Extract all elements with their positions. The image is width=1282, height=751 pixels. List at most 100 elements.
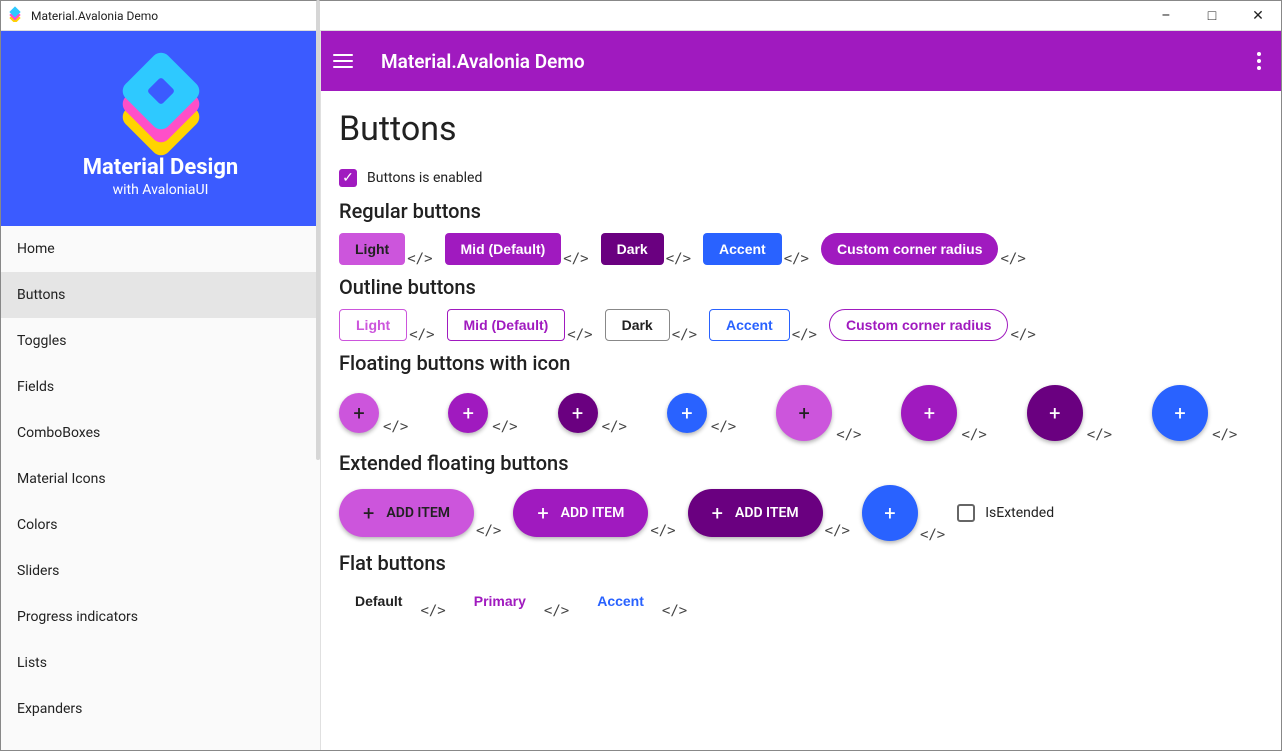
app-window: Material.Avalonia Demo – □ ✕ Material De… [0, 0, 1282, 751]
button-dark[interactable]: Dark [601, 233, 664, 265]
flat-button-default[interactable]: Default [339, 585, 418, 617]
fab-light[interactable]: + [339, 393, 379, 433]
code-icon[interactable]: </> [961, 427, 986, 443]
code-icon[interactable]: </> [407, 251, 432, 267]
section-floating: Floating buttons with icon [339, 351, 1263, 375]
plus-icon: + [799, 403, 810, 423]
sidebar: Material Design with AvaloniaUI HomeButt… [1, 31, 321, 750]
code-icon[interactable]: </> [563, 251, 588, 267]
code-icon[interactable]: </> [650, 523, 675, 539]
section-outline: Outline buttons [339, 275, 1263, 299]
code-icon[interactable]: </> [1212, 427, 1237, 443]
ext-fab-mid[interactable]: +ADD ITEM [513, 489, 648, 537]
fab-mid[interactable]: + [448, 393, 488, 433]
code-icon[interactable]: </> [920, 527, 945, 543]
code-icon[interactable]: </> [784, 251, 809, 267]
code-icon[interactable]: </> [792, 327, 817, 343]
appbar: Material.Avalonia Demo [321, 31, 1281, 91]
plus-icon: + [924, 403, 935, 423]
sidebar-item-material-icons[interactable]: Material Icons [1, 456, 320, 502]
main-area: Material.Avalonia Demo Buttons ✓ Buttons… [321, 31, 1281, 750]
code-icon[interactable]: </> [409, 327, 434, 343]
sidebar-item-buttons[interactable]: Buttons [1, 272, 320, 318]
code-icon[interactable]: </> [672, 327, 697, 343]
checkbox-unchecked-icon[interactable] [957, 504, 975, 522]
section-flat: Flat buttons [339, 551, 1263, 575]
button-accent[interactable]: Accent [703, 233, 782, 265]
fab-dark[interactable]: + [558, 393, 598, 433]
close-button[interactable]: ✕ [1235, 1, 1281, 31]
fab-row: +</> +</> +</> +</> +</> +</> +</> +</> [339, 385, 1263, 441]
app-icon [9, 6, 25, 25]
is-extended-label: IsExtended [985, 505, 1054, 521]
extended-fab-row: +ADD ITEM</> +ADD ITEM</> +ADD ITEM</> +… [339, 485, 1263, 541]
plus-icon: + [681, 403, 692, 423]
sidebar-item-colors[interactable]: Colors [1, 502, 320, 548]
code-icon[interactable]: </> [825, 523, 850, 539]
flat-button-accent[interactable]: Accent [581, 585, 660, 617]
menu-icon[interactable] [333, 47, 361, 75]
code-icon[interactable]: </> [476, 523, 501, 539]
maximize-button[interactable]: □ [1189, 1, 1235, 31]
fab-big-dark[interactable]: + [1027, 385, 1083, 441]
sidebar-item-comboboxes[interactable]: ComboBoxes [1, 410, 320, 456]
titlebar: Material.Avalonia Demo – □ ✕ [1, 1, 1281, 31]
flat-button-row: Default</> Primary</> Accent</> [339, 585, 1263, 617]
plus-icon: + [1174, 403, 1185, 423]
appbar-title: Material.Avalonia Demo [381, 50, 585, 73]
sidebar-item-expanders[interactable]: Expanders [1, 686, 320, 732]
code-icon[interactable]: </> [420, 603, 445, 619]
regular-button-row: Light</> Mid (Default)</> Dark</> Accent… [339, 233, 1263, 265]
fab-big-light[interactable]: + [776, 385, 832, 441]
outline-button-dark[interactable]: Dark [605, 309, 670, 341]
sidebar-scrollbar[interactable] [316, 31, 320, 460]
code-icon[interactable]: </> [836, 427, 861, 443]
button-custom-radius[interactable]: Custom corner radius [821, 233, 998, 265]
checkbox-checked-icon[interactable]: ✓ [339, 169, 357, 187]
flat-button-primary[interactable]: Primary [458, 585, 542, 617]
button-mid[interactable]: Mid (Default) [445, 233, 562, 265]
sidebar-item-lists[interactable]: Lists [1, 640, 320, 686]
outline-button-custom[interactable]: Custom corner radius [829, 309, 1008, 341]
code-icon[interactable]: </> [666, 251, 691, 267]
code-icon[interactable]: </> [711, 419, 736, 435]
code-icon[interactable]: </> [602, 419, 627, 435]
plus-icon: + [537, 503, 548, 523]
more-icon[interactable] [1249, 44, 1269, 78]
section-regular: Regular buttons [339, 199, 1263, 223]
ext-fab-collapsed-accent[interactable]: + [862, 485, 918, 541]
code-icon[interactable]: </> [567, 327, 592, 343]
button-light[interactable]: Light [339, 233, 405, 265]
fab-big-accent[interactable]: + [1152, 385, 1208, 441]
enable-checkbox-row[interactable]: ✓ Buttons is enabled [339, 169, 1263, 187]
code-icon[interactable]: </> [544, 603, 569, 619]
plus-icon: + [363, 503, 374, 523]
plus-icon: + [712, 503, 723, 523]
sidebar-item-fields[interactable]: Fields [1, 364, 320, 410]
is-extended-checkbox[interactable]: IsExtended [957, 504, 1054, 522]
plus-icon: + [463, 403, 474, 423]
outline-button-mid[interactable]: Mid (Default) [447, 309, 566, 341]
enable-checkbox-label: Buttons is enabled [367, 170, 482, 186]
fab-big-mid[interactable]: + [901, 385, 957, 441]
plus-icon: + [572, 403, 583, 423]
code-icon[interactable]: </> [492, 419, 517, 435]
sidebar-header: Material Design with AvaloniaUI [1, 31, 320, 226]
code-icon[interactable]: </> [1087, 427, 1112, 443]
sidebar-item-home[interactable]: Home [1, 226, 320, 272]
outline-button-light[interactable]: Light [339, 309, 407, 341]
minimize-button[interactable]: – [1143, 1, 1189, 31]
fab-accent[interactable]: + [667, 393, 707, 433]
code-icon[interactable]: </> [1000, 251, 1025, 267]
outline-button-row: Light</> Mid (Default)</> Dark</> Accent… [339, 309, 1263, 341]
sidebar-item-progress-indicators[interactable]: Progress indicators [1, 594, 320, 640]
ext-fab-dark[interactable]: +ADD ITEM [688, 489, 823, 537]
code-icon[interactable]: </> [1010, 327, 1035, 343]
sidebar-item-sliders[interactable]: Sliders [1, 548, 320, 594]
code-icon[interactable]: </> [662, 603, 687, 619]
code-icon[interactable]: </> [383, 419, 408, 435]
ext-fab-light[interactable]: +ADD ITEM [339, 489, 474, 537]
sidebar-item-toggles[interactable]: Toggles [1, 318, 320, 364]
section-extended: Extended floating buttons [339, 451, 1263, 475]
outline-button-accent[interactable]: Accent [709, 309, 790, 341]
